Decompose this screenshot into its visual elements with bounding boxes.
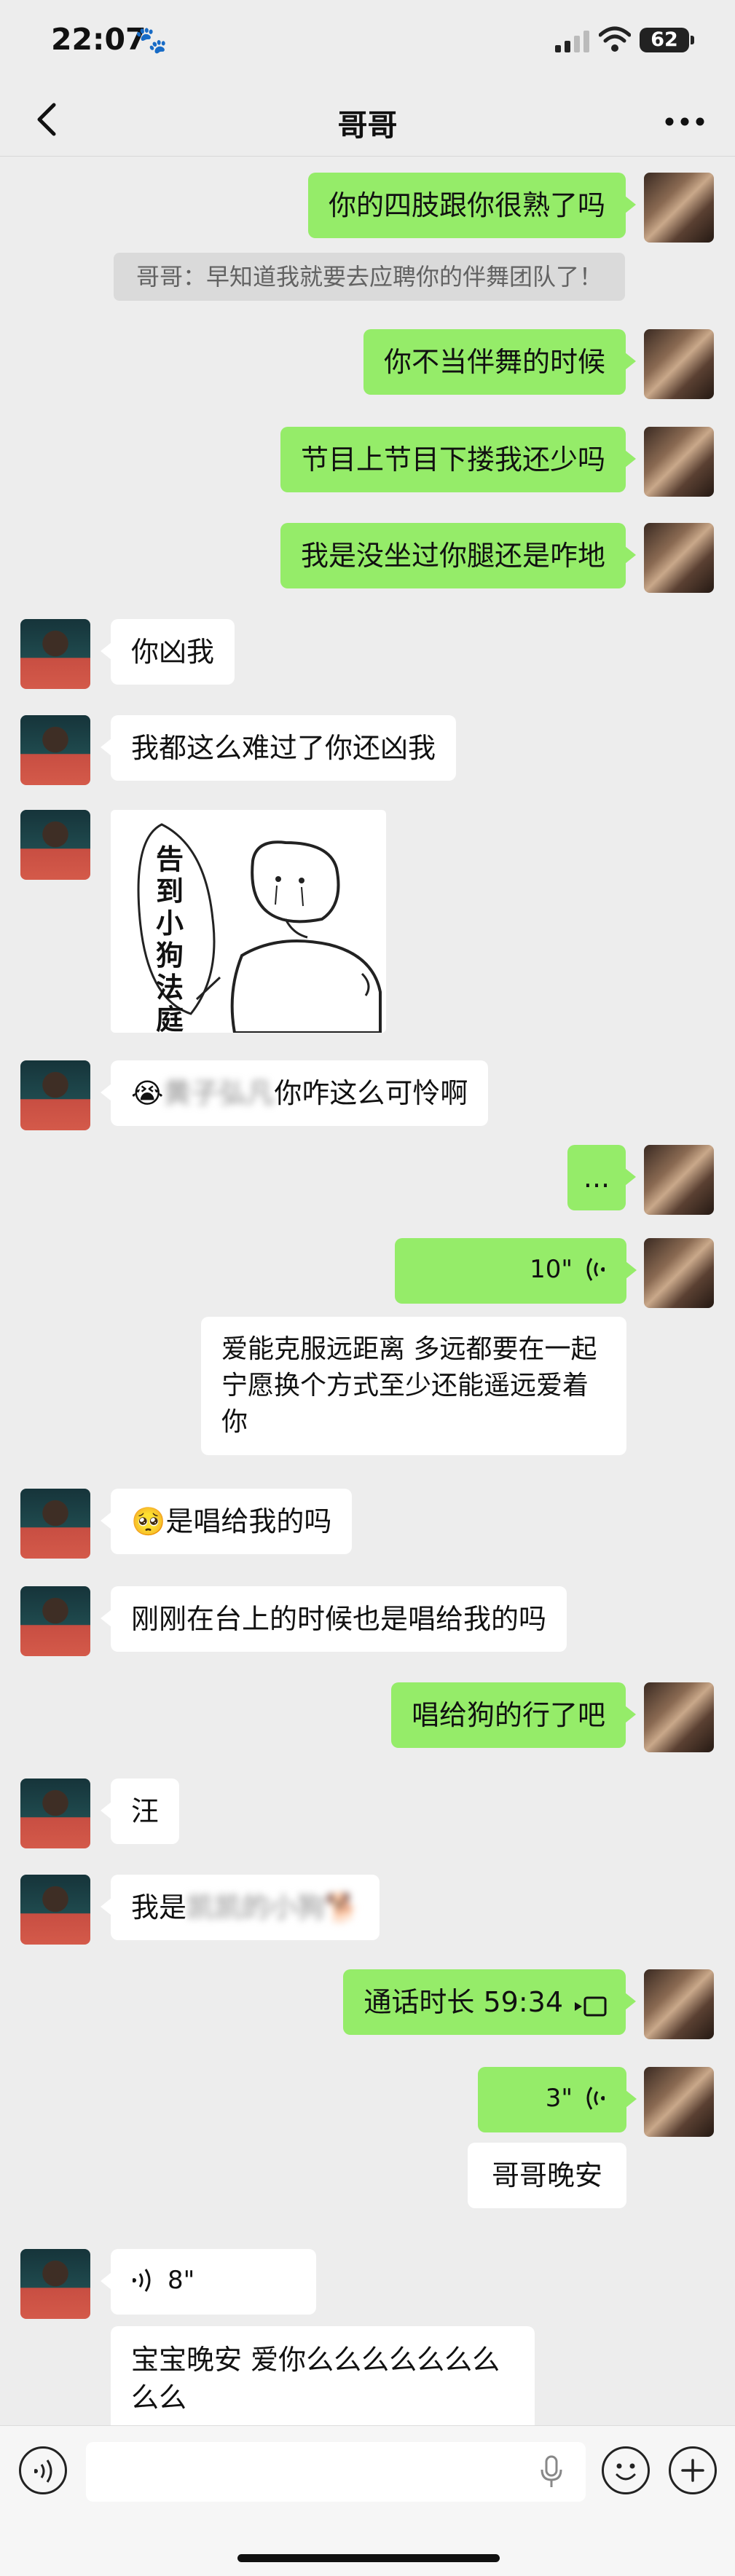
message-bubble-received[interactable]: 我是凯凯的小狗🐕	[100, 1875, 380, 1940]
voice-duration: 8"	[168, 2266, 195, 2295]
crying-emoji: 😭	[131, 1077, 164, 1109]
blurred-text: 凯凯的小狗🐕	[186, 1891, 360, 1923]
wifi-icon	[599, 26, 631, 52]
message-text: 是唱给我的吗	[165, 1505, 332, 1537]
voice-duration: 10"	[530, 1255, 573, 1284]
contact-avatar[interactable]	[20, 715, 90, 785]
voice-input-toggle[interactable]	[19, 2446, 67, 2494]
video-call-icon	[575, 1996, 607, 2017]
contact-avatar[interactable]	[20, 619, 90, 689]
message-bubble-received[interactable]: 我都这么难过了你还凶我	[100, 715, 457, 781]
message-input[interactable]	[86, 2442, 586, 2502]
my-avatar[interactable]	[644, 1238, 714, 1308]
voice-wave-icon	[133, 2269, 151, 2292]
blurred-name: 黄子弘凡	[163, 1077, 275, 1109]
contact-avatar[interactable]	[20, 1875, 90, 1945]
call-record[interactable]: 通话时长 59:34	[343, 1969, 636, 2035]
message-bubble-received[interactable]: 🥺是唱给我的吗	[100, 1489, 353, 1554]
battery-indicator: 62	[640, 28, 689, 52]
voice-message-sent[interactable]: 10"	[395, 1238, 637, 1304]
paw-icon: 🐾	[135, 25, 168, 55]
input-bar	[0, 2425, 735, 2576]
my-avatar[interactable]	[644, 1969, 714, 2039]
message-bubble-sent[interactable]: 你的四肢跟你很熟了吗	[307, 173, 637, 238]
voice-transcript[interactable]: 爱能克服远距离 多远都要在一起 宁愿换个方式至少还能遥远爱着你	[201, 1317, 626, 1455]
voice-wave-icon	[586, 2087, 605, 2110]
status-bar: 22:07 🐾 62	[0, 0, 735, 80]
voice-transcript[interactable]: 宝宝晚安 爱你么么么么么么么么么	[111, 2326, 535, 2431]
voice-wave-icon	[34, 2459, 52, 2483]
system-notice: 哥哥：早知道我就要去应聘你的伴舞团队了！	[114, 253, 625, 301]
battery-tip	[691, 36, 694, 44]
message-text: 你咋这么可怜啊	[274, 1077, 468, 1109]
my-avatar[interactable]	[644, 173, 714, 243]
contact-avatar[interactable]	[20, 1779, 90, 1848]
message-bubble-received[interactable]: 你凶我	[100, 619, 235, 685]
contact-avatar[interactable]	[20, 1586, 90, 1656]
pleading-emoji: 🥺	[131, 1505, 166, 1537]
more-actions-button[interactable]	[669, 2446, 717, 2494]
contact-avatar[interactable]	[20, 1489, 90, 1559]
message-bubble-sent[interactable]: ...	[567, 1145, 636, 1210]
smile-icon	[616, 2463, 636, 2481]
sticker-text: 告到小狗法庭	[156, 843, 184, 1033]
message-bubble-received[interactable]: 😭黄子弘凡你咋这么可怜啊	[100, 1060, 489, 1126]
more-icon[interactable]	[664, 117, 705, 127]
contact-avatar[interactable]	[20, 2249, 90, 2319]
chat-header: 哥哥	[0, 80, 735, 157]
message-bubble-sent[interactable]: 节目上节目下搂我还少吗	[280, 427, 637, 492]
contact-avatar[interactable]	[20, 1060, 90, 1130]
my-avatar[interactable]	[644, 329, 714, 399]
voice-message-sent[interactable]: 3"	[478, 2067, 637, 2132]
mic-icon[interactable]	[539, 2455, 564, 2489]
voice-wave-icon	[586, 1258, 605, 1281]
message-bubble-received[interactable]: 刚刚在台上的时候也是唱给我的吗	[100, 1586, 567, 1652]
emoji-button[interactable]	[602, 2446, 650, 2494]
signal-icon	[555, 31, 589, 52]
message-text: 我是	[131, 1891, 187, 1923]
my-avatar[interactable]	[644, 427, 714, 497]
message-bubble-sent[interactable]: 你不当伴舞的时候	[363, 329, 637, 395]
my-avatar[interactable]	[644, 2067, 714, 2137]
message-bubble-sent[interactable]: 我是没坐过你腿还是咋地	[280, 523, 637, 588]
status-time: 22:07	[51, 22, 146, 57]
contact-avatar[interactable]	[20, 810, 90, 880]
voice-transcript[interactable]: 哥哥晚安	[468, 2143, 626, 2208]
sticker-drawing	[137, 823, 382, 1033]
plus-icon	[681, 2459, 704, 2482]
home-indicator	[237, 2554, 500, 2562]
voice-duration: 3"	[545, 2084, 573, 2113]
message-bubble-sent[interactable]: 唱给狗的行了吧	[390, 1682, 637, 1748]
my-avatar[interactable]	[644, 1682, 714, 1752]
my-avatar[interactable]	[644, 523, 714, 593]
voice-message-received[interactable]: 8"	[101, 2249, 316, 2315]
call-duration: 通话时长 59:34	[363, 1986, 563, 2018]
message-bubble-received[interactable]: 汪	[100, 1779, 180, 1844]
my-avatar[interactable]	[644, 1145, 714, 1215]
chat-title: 哥哥	[337, 108, 398, 143]
dog-sticker[interactable]: 告到小狗法庭	[111, 810, 386, 1033]
